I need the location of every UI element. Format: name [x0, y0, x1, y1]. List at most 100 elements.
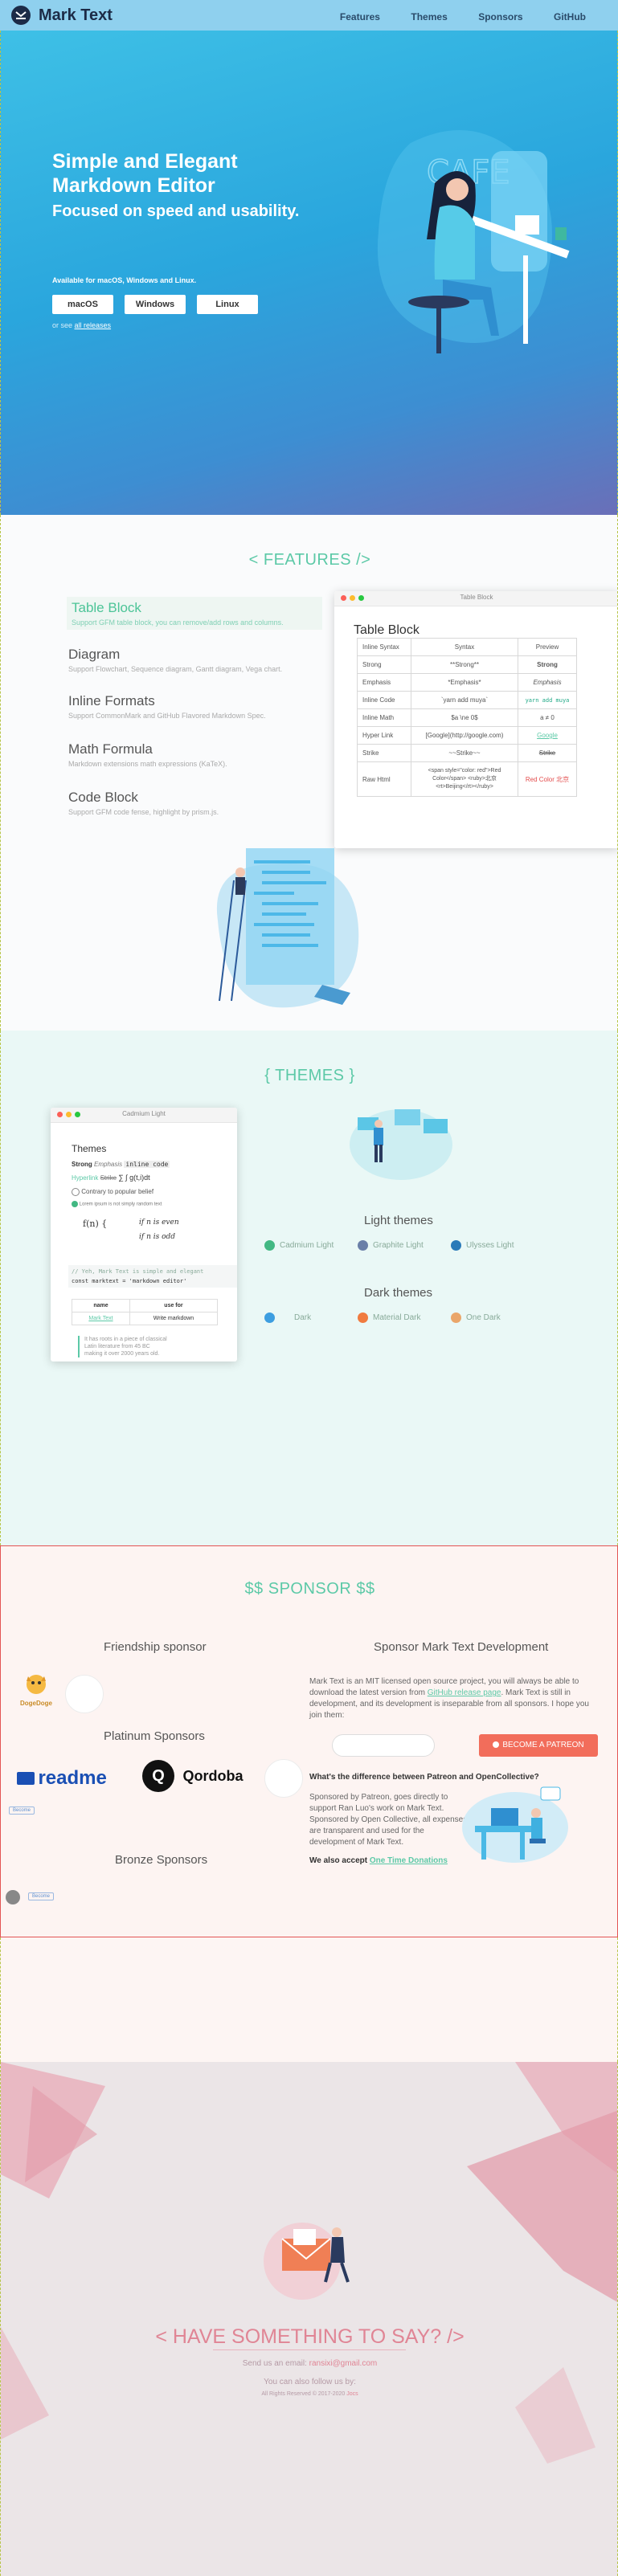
qordoba-q-icon: Q [142, 1760, 174, 1792]
footer-background-shapes [1, 2062, 617, 2464]
availability-text: Available for macOS, Windows and Linux. [52, 276, 197, 284]
todo-text: Lorem ipsum is not simply random text [79, 1202, 162, 1207]
window-titlebar: Table Block [334, 591, 617, 606]
preview-link[interactable]: Hyperlink [72, 1174, 98, 1182]
table-cell[interactable]: name [72, 1299, 130, 1312]
sponsor-slot-avatar[interactable] [65, 1675, 104, 1713]
brand-name[interactable]: Mark Text [39, 6, 113, 25]
opencollective-button[interactable] [332, 1734, 435, 1757]
preview-blockquote: It has roots in a piece of classical Lat… [78, 1336, 167, 1357]
table-cell[interactable]: [Google](http://google.com) [411, 726, 518, 745]
bronze-sponsors-title: Bronze Sponsors [115, 1853, 208, 1867]
qordoba-name: Qordoba [182, 1767, 244, 1784]
theme-name: Graphite Light [373, 1241, 424, 1250]
table-cell[interactable]: a ≠ 0 [518, 708, 577, 727]
download-macos-button[interactable]: macOS [52, 295, 113, 314]
table-cell[interactable]: Strong [518, 655, 577, 674]
radio-empty-icon[interactable] [72, 1188, 80, 1196]
window-title: Table Block [460, 594, 493, 601]
spacer-band [0, 1937, 618, 2062]
feature-desc: Support GFM table block, you can remove/… [72, 618, 284, 627]
bronze-sponsor-avatar[interactable] [6, 1890, 20, 1904]
table-cell[interactable]: use for [129, 1299, 219, 1312]
table-cell[interactable]: Red Color 北京 [518, 761, 577, 797]
table-cell[interactable]: **Strong** [411, 655, 518, 674]
all-releases-link[interactable]: all releases [75, 321, 112, 329]
patreon-label: BECOME A PATREON [502, 1741, 584, 1749]
table-cell[interactable]: Inline Syntax [357, 638, 411, 656]
one-time-donations-link[interactable]: One Time Donations [370, 1856, 448, 1865]
themes-title: { THEMES } [264, 1067, 355, 1084]
table-cell[interactable]: Inline Code [357, 691, 411, 709]
preview-todo-1[interactable]: Contrary to popular belief [72, 1188, 153, 1196]
table-cell[interactable]: Hyper Link [357, 726, 411, 745]
theme-option-material-dark[interactable]: Material Dark [358, 1312, 420, 1323]
dogedoge-logo[interactable]: DogeDoge [15, 1672, 57, 1707]
theme-option-graphite-light[interactable]: Graphite Light [358, 1240, 424, 1251]
code-line: const marktext = 'markdown editor' [72, 1278, 187, 1284]
author-link[interactable]: Jocs [346, 2391, 358, 2397]
table-cell[interactable]: Strong [357, 655, 411, 674]
nav-link-themes[interactable]: Themes [411, 11, 447, 22]
feature-math-formula[interactable]: Math Formula Markdown extensions math ex… [68, 741, 317, 768]
table-cell[interactable]: Raw Html [357, 761, 411, 797]
readme-logo[interactable]: readme [17, 1767, 107, 1790]
light-themes-title: Light themes [364, 1214, 433, 1227]
theme-option-ulysses-light[interactable]: Ulysses Light [451, 1240, 514, 1251]
preview-todo-2[interactable]: Lorem ipsum is not simply random text [72, 1201, 162, 1207]
top-nav: Mark Text Features Themes Sponsors GitHu… [0, 0, 618, 31]
theme-name: Cadmium Light [280, 1241, 334, 1250]
qordoba-logo[interactable]: Q Qordoba [142, 1760, 243, 1792]
preview-strong: Strong [72, 1161, 92, 1168]
table-cell[interactable]: Write markdown [129, 1312, 219, 1325]
feature-diagram[interactable]: Diagram Support Flowchart, Sequence diag… [68, 647, 317, 673]
theme-option-cadmium-light[interactable]: Cadmium Light [264, 1240, 334, 1251]
become-patreon-button[interactable]: BECOME A PATREON [479, 1734, 598, 1757]
theme-dot-icon [451, 1312, 461, 1323]
theme-option-one-dark[interactable]: One Dark [451, 1312, 501, 1323]
table-cell[interactable]: Syntax [411, 638, 518, 656]
feature-title: Math Formula [68, 741, 153, 757]
become-sponsor-badge[interactable]: Become [9, 1806, 35, 1815]
contact-underline [213, 2349, 406, 2350]
hero-section: Simple and Elegant Markdown Editor Focus… [0, 31, 618, 515]
code-block-illustration [216, 848, 359, 1008]
check-icon[interactable] [72, 1201, 78, 1207]
email-link[interactable]: ransixi@gmail.com [309, 2359, 378, 2368]
download-linux-button[interactable]: Linux [197, 295, 258, 314]
table-cell[interactable]: yarn add muya [518, 691, 577, 709]
window-title: Cadmium Light [122, 1110, 166, 1117]
table-cell[interactable]: Emphasis [518, 673, 577, 692]
feature-inline-formats[interactable]: Inline Formats Support CommonMark and Gi… [68, 693, 317, 720]
nav-link-features[interactable]: Features [340, 11, 380, 22]
formula-odd: if n is odd [139, 1233, 176, 1241]
table-cell[interactable]: Google [518, 726, 577, 745]
table-cell[interactable]: Preview [518, 638, 577, 656]
feature-table-block[interactable]: Table Block Support GFM table block, you… [67, 597, 322, 630]
theme-option-dark[interactable]: Dark [264, 1312, 311, 1323]
syntax-table: Inline Syntax Syntax Preview Strong **Stron… [357, 638, 577, 797]
become-bronze-badge[interactable]: Become [28, 1892, 55, 1900]
table-cell[interactable]: Inline Math [357, 708, 411, 727]
accept-text: We also accept [309, 1856, 368, 1865]
table-cell[interactable]: <span style="color: red">Red Color</span… [411, 761, 518, 797]
table-cell[interactable]: *Emphasis* [411, 673, 518, 692]
releases-prefix: or see [52, 321, 73, 329]
table-cell[interactable]: Strike [518, 744, 577, 762]
sponsor-section: $$ SPONSOR $$ Friendship sponsor DogeDog… [0, 1545, 618, 1937]
sponsor-slot-avatar[interactable] [264, 1759, 303, 1798]
download-windows-button[interactable]: Windows [125, 295, 186, 314]
envelope-illustration [264, 2223, 350, 2300]
table-cell[interactable]: Mark Text [72, 1312, 130, 1325]
github-release-link[interactable]: GitHub release page [428, 1688, 501, 1697]
table-cell[interactable]: Emphasis [357, 673, 411, 692]
table-cell[interactable]: Strike [357, 744, 411, 762]
nav-link-github[interactable]: GitHub [554, 11, 586, 22]
table-cell[interactable]: ~~Strike~~ [411, 744, 518, 762]
nav-link-sponsors[interactable]: Sponsors [478, 11, 522, 22]
table-cell[interactable]: $a \ne 0$ [411, 708, 518, 727]
table-cell[interactable]: `yarn add muya` [411, 691, 518, 709]
feature-code-block[interactable]: Code Block Support GFM code fense, highl… [68, 790, 317, 816]
todo-text: Contrary to popular belief [81, 1188, 154, 1196]
mark-text-logo-icon[interactable] [11, 6, 31, 25]
